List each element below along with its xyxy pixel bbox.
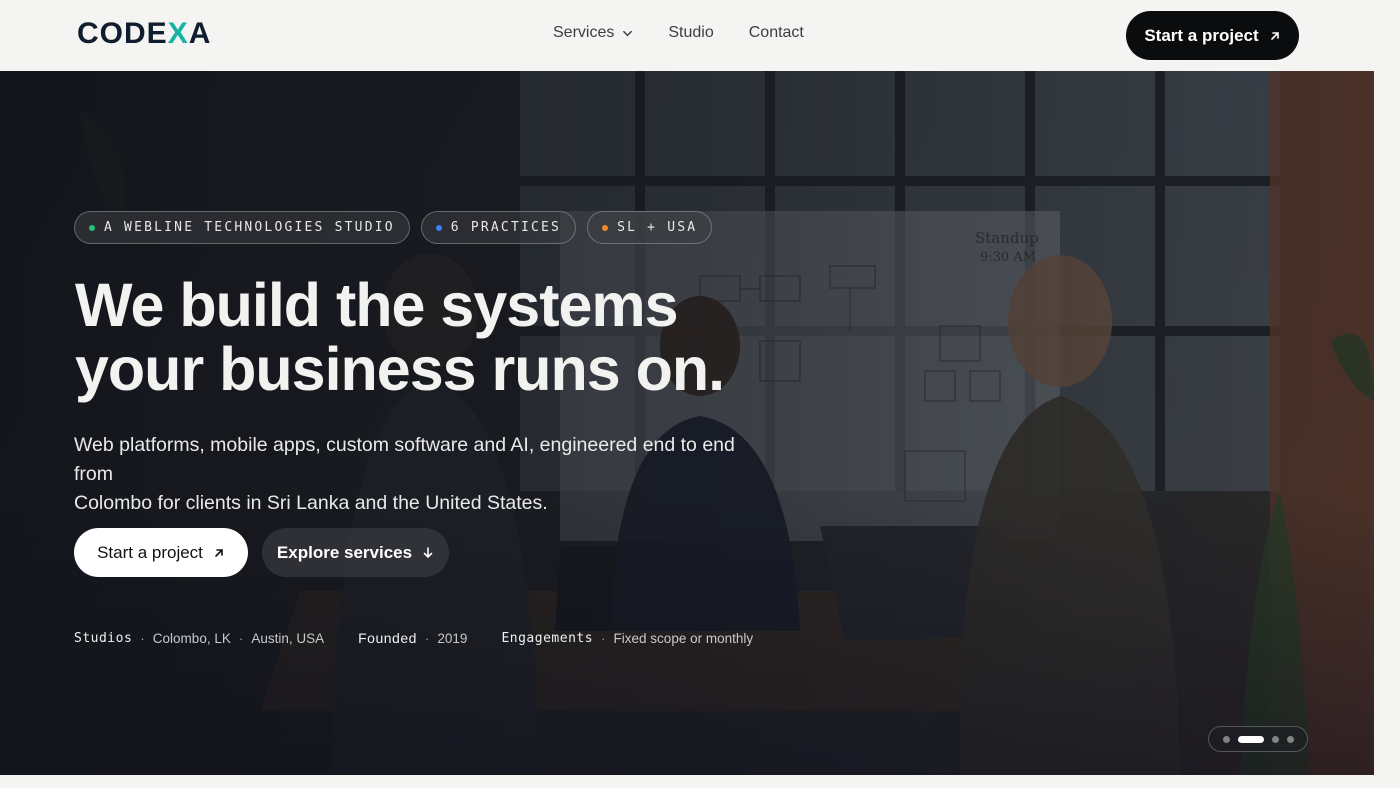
headline-line-2: your business runs on.	[75, 335, 725, 403]
header-cta-label: Start a project	[1144, 25, 1259, 45]
codexa-logo[interactable]: CODE X A	[77, 17, 212, 50]
meta-studio-austin: Austin, USA	[251, 630, 325, 646]
hero-headline: We build the systems your business runs …	[75, 273, 795, 401]
meta-separator: ·	[601, 630, 606, 646]
carousel-indicator	[1208, 726, 1308, 752]
header-start-project-button[interactable]: Start a project	[1126, 11, 1299, 60]
chevron-down-icon	[623, 30, 633, 36]
hero-explore-services-button[interactable]: Explore services	[262, 528, 449, 577]
main-nav: Services Studio Contact	[553, 24, 804, 42]
carousel-dot-2-active[interactable]	[1237, 735, 1264, 743]
nav-item-contact[interactable]: Contact	[749, 24, 804, 42]
arrow-down-icon	[423, 546, 433, 558]
meta-engagements-label: Engagements	[501, 630, 594, 646]
secondary-cta-label: Explore services	[276, 542, 413, 562]
hero-meta-row: Studios · Colombo, LK · Austin, USA Foun…	[74, 630, 753, 646]
carousel-dot-3[interactable]	[1271, 735, 1279, 743]
nav-item-services[interactable]: Services	[553, 24, 633, 42]
pill-practices: 6 PRACTICES	[420, 211, 577, 244]
arrow-up-right-icon	[1270, 31, 1279, 40]
hero-subtitle: Web platforms, mobile apps, custom softw…	[74, 431, 774, 518]
subtitle-line-1: Web platforms, mobile apps, custom softw…	[74, 434, 735, 485]
meta-studios: Studios · Colombo, LK · Austin, USA	[74, 630, 324, 646]
pill-label: SL + USA	[617, 220, 698, 235]
blue-dot-icon	[435, 224, 442, 231]
pill-label: 6 PRACTICES	[450, 220, 562, 235]
hero-start-project-button[interactable]: Start a project	[74, 528, 248, 577]
arrow-up-right-icon	[215, 548, 223, 557]
meta-studios-label: Studios	[74, 630, 133, 646]
meta-founded-value: 2019	[437, 630, 468, 646]
nav-label-services: Services	[553, 24, 615, 41]
nav-item-studio[interactable]: Studio	[668, 24, 713, 42]
green-dot-icon	[89, 224, 95, 231]
primary-cta-label: Start a project	[97, 542, 203, 562]
hero-tag-pills: A WEBLINE TECHNOLOGIES STUDIO 6 PRACTICE…	[74, 211, 713, 244]
pill-studio: A WEBLINE TECHNOLOGIES STUDIO	[74, 211, 410, 244]
headline-line-1: We build the systems	[75, 271, 679, 339]
hero-section: Standup 9:30 AM A WEBLINE TECHNOLOGIES S…	[0, 71, 1374, 775]
nav-label-studio: Studio	[668, 24, 714, 41]
meta-engagements-value: Fixed scope or monthly	[613, 630, 754, 646]
meta-engagements: Engagements · Fixed scope or monthly	[501, 630, 753, 646]
carousel-dot-1[interactable]	[1222, 735, 1230, 743]
logo-text-x: X	[167, 17, 189, 50]
pill-locations: SL + USA	[587, 211, 713, 244]
carousel-dot-4[interactable]	[1286, 735, 1294, 743]
site-header: CODE X A Services Studio Contact Start a p…	[0, 0, 1400, 71]
meta-founded: Founded · 2019	[358, 630, 467, 646]
meta-founded-label: Founded	[358, 630, 417, 646]
meta-separator: ·	[140, 630, 145, 646]
pill-label: A WEBLINE TECHNOLOGIES STUDIO	[104, 220, 395, 235]
hero-dark-overlay	[0, 71, 1374, 775]
subtitle-line-2: Colombo for clients in Sri Lanka and the…	[74, 492, 548, 514]
logo-text-pre: CODE	[77, 17, 168, 50]
meta-separator: ·	[238, 630, 244, 646]
meta-separator: ·	[424, 630, 430, 646]
nav-label-contact: Contact	[748, 24, 804, 41]
meta-studio-colombo: Colombo, LK	[152, 630, 231, 646]
orange-dot-icon	[602, 224, 609, 231]
logo-text-post: A	[188, 17, 212, 50]
